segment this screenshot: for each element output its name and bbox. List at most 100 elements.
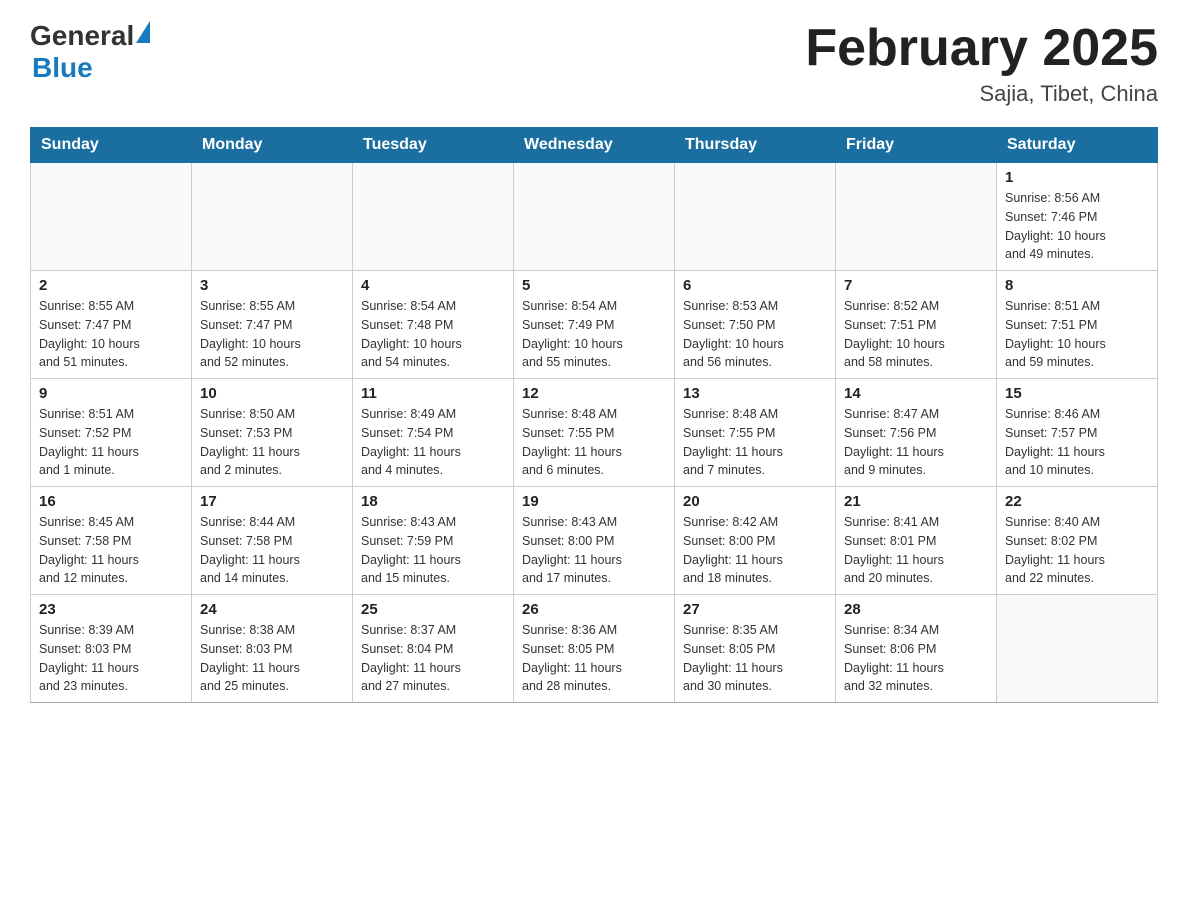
day-number: 8 [1005, 277, 1149, 294]
calendar-cell: 2 Sunrise: 8:55 AM Sunset: 7:47 PM Daylig… [31, 271, 192, 379]
day-number: 15 [1005, 385, 1149, 402]
weekday-header-saturday: Saturday [997, 128, 1158, 163]
day-info: Sunrise: 8:52 AM Sunset: 7:51 PM Dayligh… [844, 297, 988, 372]
calendar-cell: 28 Sunrise: 8:34 AM Sunset: 8:06 PM Dayli… [836, 595, 997, 703]
calendar-cell: 10 Sunrise: 8:50 AM Sunset: 7:53 PM Dayli… [192, 379, 353, 487]
day-info: Sunrise: 8:53 AM Sunset: 7:50 PM Dayligh… [683, 297, 827, 372]
day-info: Sunrise: 8:43 AM Sunset: 7:59 PM Dayligh… [361, 513, 505, 588]
logo-blue-text: Blue [32, 52, 93, 84]
calendar-cell: 8 Sunrise: 8:51 AM Sunset: 7:51 PM Daylig… [997, 271, 1158, 379]
day-info: Sunrise: 8:39 AM Sunset: 8:03 PM Dayligh… [39, 621, 183, 696]
calendar-cell: 21 Sunrise: 8:41 AM Sunset: 8:01 PM Dayli… [836, 487, 997, 595]
day-info: Sunrise: 8:44 AM Sunset: 7:58 PM Dayligh… [200, 513, 344, 588]
weekday-header-thursday: Thursday [675, 128, 836, 163]
day-number: 2 [39, 277, 183, 294]
day-info: Sunrise: 8:43 AM Sunset: 8:00 PM Dayligh… [522, 513, 666, 588]
day-number: 4 [361, 277, 505, 294]
day-number: 13 [683, 385, 827, 402]
day-info: Sunrise: 8:41 AM Sunset: 8:01 PM Dayligh… [844, 513, 988, 588]
weekday-header-friday: Friday [836, 128, 997, 163]
calendar-cell: 11 Sunrise: 8:49 AM Sunset: 7:54 PM Dayli… [353, 379, 514, 487]
calendar-cell [353, 163, 514, 271]
calendar-title: February 2025 [805, 20, 1158, 77]
calendar-cell: 5 Sunrise: 8:54 AM Sunset: 7:49 PM Daylig… [514, 271, 675, 379]
day-info: Sunrise: 8:50 AM Sunset: 7:53 PM Dayligh… [200, 405, 344, 480]
calendar-cell: 23Sunrise: 8:39 AM Sunset: 8:03 PM Dayli… [31, 595, 192, 703]
day-number: 3 [200, 277, 344, 294]
day-info: Sunrise: 8:56 AM Sunset: 7:46 PM Dayligh… [1005, 189, 1149, 264]
day-info: Sunrise: 8:47 AM Sunset: 7:56 PM Dayligh… [844, 405, 988, 480]
day-info: Sunrise: 8:46 AM Sunset: 7:57 PM Dayligh… [1005, 405, 1149, 480]
calendar-cell [31, 163, 192, 271]
weekday-header-sunday: Sunday [31, 128, 192, 163]
calendar-cell [192, 163, 353, 271]
day-number: 5 [522, 277, 666, 294]
calendar-cell: 1 Sunrise: 8:56 AM Sunset: 7:46 PM Daylig… [997, 163, 1158, 271]
calendar-week-row: 9Sunrise: 8:51 AM Sunset: 7:52 PM Daylig… [31, 379, 1158, 487]
calendar-cell: 6 Sunrise: 8:53 AM Sunset: 7:50 PM Daylig… [675, 271, 836, 379]
day-number: 1 [1005, 169, 1149, 186]
calendar-cell: 4 Sunrise: 8:54 AM Sunset: 7:48 PM Daylig… [353, 271, 514, 379]
day-info: Sunrise: 8:54 AM Sunset: 7:48 PM Dayligh… [361, 297, 505, 372]
calendar-cell: 25 Sunrise: 8:37 AM Sunset: 8:04 PM Dayli… [353, 595, 514, 703]
day-info: Sunrise: 8:34 AM Sunset: 8:06 PM Dayligh… [844, 621, 988, 696]
day-number: 21 [844, 493, 988, 510]
day-number: 7 [844, 277, 988, 294]
calendar-cell [836, 163, 997, 271]
calendar-cell: 13 Sunrise: 8:48 AM Sunset: 7:55 PM Dayli… [675, 379, 836, 487]
day-info: Sunrise: 8:36 AM Sunset: 8:05 PM Dayligh… [522, 621, 666, 696]
day-info: Sunrise: 8:48 AM Sunset: 7:55 PM Dayligh… [683, 405, 827, 480]
day-info: Sunrise: 8:49 AM Sunset: 7:54 PM Dayligh… [361, 405, 505, 480]
calendar-week-row: 23Sunrise: 8:39 AM Sunset: 8:03 PM Dayli… [31, 595, 1158, 703]
calendar-cell: 16 Sunrise: 8:45 AM Sunset: 7:58 PM Dayli… [31, 487, 192, 595]
page-header: General Blue February 2025 Sajia, Tibet,… [30, 20, 1158, 107]
calendar-cell: 19 Sunrise: 8:43 AM Sunset: 8:00 PM Dayli… [514, 487, 675, 595]
day-info: Sunrise: 8:51 AM Sunset: 7:51 PM Dayligh… [1005, 297, 1149, 372]
day-number: 20 [683, 493, 827, 510]
calendar-cell: 3Sunrise: 8:55 AM Sunset: 7:47 PM Daylig… [192, 271, 353, 379]
calendar-cell: 14 Sunrise: 8:47 AM Sunset: 7:56 PM Dayli… [836, 379, 997, 487]
day-number: 25 [361, 601, 505, 618]
day-info: Sunrise: 8:42 AM Sunset: 8:00 PM Dayligh… [683, 513, 827, 588]
day-info: Sunrise: 8:45 AM Sunset: 7:58 PM Dayligh… [39, 513, 183, 588]
calendar-location: Sajia, Tibet, China [805, 81, 1158, 107]
logo-triangle-icon [136, 21, 150, 43]
calendar-cell [675, 163, 836, 271]
day-info: Sunrise: 8:55 AM Sunset: 7:47 PM Dayligh… [39, 297, 183, 372]
day-number: 17 [200, 493, 344, 510]
day-info: Sunrise: 8:37 AM Sunset: 8:04 PM Dayligh… [361, 621, 505, 696]
day-number: 6 [683, 277, 827, 294]
day-number: 10 [200, 385, 344, 402]
calendar-week-row: 16 Sunrise: 8:45 AM Sunset: 7:58 PM Dayli… [31, 487, 1158, 595]
day-number: 11 [361, 385, 505, 402]
day-number: 28 [844, 601, 988, 618]
day-number: 12 [522, 385, 666, 402]
calendar-cell: 15 Sunrise: 8:46 AM Sunset: 7:57 PM Dayli… [997, 379, 1158, 487]
day-number: 22 [1005, 493, 1149, 510]
calendar-cell: 27 Sunrise: 8:35 AM Sunset: 8:05 PM Dayli… [675, 595, 836, 703]
calendar-cell: 18Sunrise: 8:43 AM Sunset: 7:59 PM Dayli… [353, 487, 514, 595]
calendar-cell: 9Sunrise: 8:51 AM Sunset: 7:52 PM Daylig… [31, 379, 192, 487]
calendar-week-row: 1 Sunrise: 8:56 AM Sunset: 7:46 PM Daylig… [31, 163, 1158, 271]
day-number: 26 [522, 601, 666, 618]
day-number: 27 [683, 601, 827, 618]
calendar-cell: 17 Sunrise: 8:44 AM Sunset: 7:58 PM Dayli… [192, 487, 353, 595]
calendar-cell: 12Sunrise: 8:48 AM Sunset: 7:55 PM Dayli… [514, 379, 675, 487]
day-number: 16 [39, 493, 183, 510]
calendar-cell: 24Sunrise: 8:38 AM Sunset: 8:03 PM Dayli… [192, 595, 353, 703]
day-info: Sunrise: 8:40 AM Sunset: 8:02 PM Dayligh… [1005, 513, 1149, 588]
day-number: 19 [522, 493, 666, 510]
weekday-header-monday: Monday [192, 128, 353, 163]
calendar-table: SundayMondayTuesdayWednesdayThursdayFrid… [30, 127, 1158, 703]
logo-general-text: General [30, 20, 134, 52]
weekday-header-wednesday: Wednesday [514, 128, 675, 163]
calendar-cell: 26 Sunrise: 8:36 AM Sunset: 8:05 PM Dayli… [514, 595, 675, 703]
day-info: Sunrise: 8:35 AM Sunset: 8:05 PM Dayligh… [683, 621, 827, 696]
logo: General Blue [30, 20, 150, 84]
day-info: Sunrise: 8:51 AM Sunset: 7:52 PM Dayligh… [39, 405, 183, 480]
calendar-week-row: 2 Sunrise: 8:55 AM Sunset: 7:47 PM Daylig… [31, 271, 1158, 379]
calendar-cell: 20 Sunrise: 8:42 AM Sunset: 8:00 PM Dayli… [675, 487, 836, 595]
day-number: 14 [844, 385, 988, 402]
day-info: Sunrise: 8:54 AM Sunset: 7:49 PM Dayligh… [522, 297, 666, 372]
title-block: February 2025 Sajia, Tibet, China [805, 20, 1158, 107]
